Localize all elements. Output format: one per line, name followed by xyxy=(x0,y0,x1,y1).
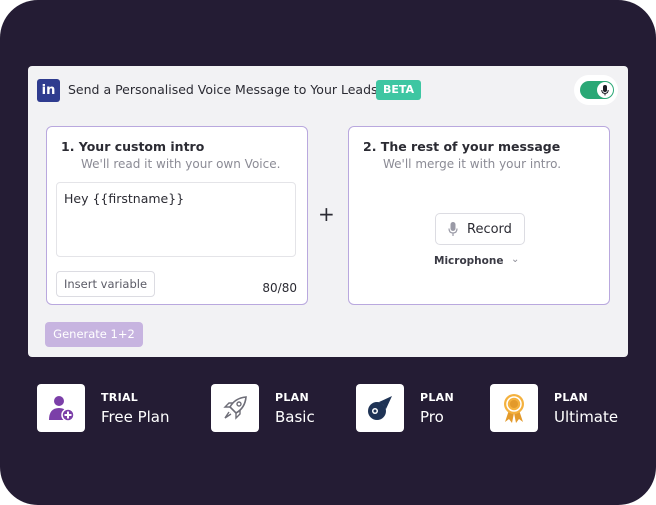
linkedin-icon: in xyxy=(37,79,60,102)
beta-badge: BETA xyxy=(376,80,422,100)
plan-basic[interactable]: PLAN Basic xyxy=(211,384,341,432)
plan-tier: PLAN xyxy=(420,391,454,404)
intro-textarea[interactable]: Hey {{firstname}} xyxy=(56,182,296,257)
rocket-icon xyxy=(223,396,247,420)
intro-subtitle: We'll read it with your own Voice. xyxy=(81,157,281,171)
plan-trial[interactable]: TRIAL Free Plan xyxy=(37,384,187,432)
card-title: Send a Personalised Voice Message to You… xyxy=(68,82,378,97)
character-counter: 80/80 xyxy=(262,281,297,295)
voice-message-card: in Send a Personalised Voice Message to … xyxy=(28,66,628,357)
plan-tile xyxy=(37,384,85,432)
plan-name: Free Plan xyxy=(101,408,170,426)
app-frame: in Send a Personalised Voice Message to … xyxy=(0,0,656,505)
intro-title: 1. Your custom intro xyxy=(61,139,205,154)
chevron-down-icon[interactable]: ⌄ xyxy=(511,254,519,265)
plan-name: Pro xyxy=(420,408,444,426)
microphone-select[interactable]: Microphone xyxy=(434,255,503,267)
rest-of-message-panel: 2. The rest of your message We'll merge … xyxy=(348,126,610,305)
rest-title: 2. The rest of your message xyxy=(363,139,561,154)
plan-tier: PLAN xyxy=(275,391,309,404)
comet-icon xyxy=(368,396,392,420)
rest-subtitle: We'll merge it with your intro. xyxy=(383,157,562,171)
plan-pro[interactable]: PLAN Pro xyxy=(356,384,476,432)
generate-button[interactable]: Generate 1+2 xyxy=(45,322,143,347)
custom-intro-panel: 1. Your custom intro We'll read it with … xyxy=(46,126,308,305)
plan-tile xyxy=(490,384,538,432)
microphone-icon xyxy=(448,222,458,236)
voice-toggle[interactable] xyxy=(580,81,614,99)
plan-tier: PLAN xyxy=(554,391,588,404)
insert-variable-button[interactable]: Insert variable xyxy=(56,271,156,297)
add-user-icon xyxy=(49,396,75,422)
plan-name: Ultimate xyxy=(554,408,619,426)
award-ribbon-icon xyxy=(504,394,524,423)
record-button[interactable]: Record xyxy=(435,213,525,245)
plan-tile xyxy=(211,384,259,432)
microphone-icon xyxy=(601,84,609,95)
record-label: Record xyxy=(467,222,512,237)
plan-tier: TRIAL xyxy=(101,391,139,404)
toggle-knob xyxy=(597,82,613,98)
plan-ultimate[interactable]: PLAN Ultimate xyxy=(490,384,630,432)
plan-tile xyxy=(356,384,404,432)
plan-name: Basic xyxy=(275,408,315,426)
plus-sign: + xyxy=(318,202,335,226)
voice-toggle-wrapper xyxy=(574,75,618,105)
